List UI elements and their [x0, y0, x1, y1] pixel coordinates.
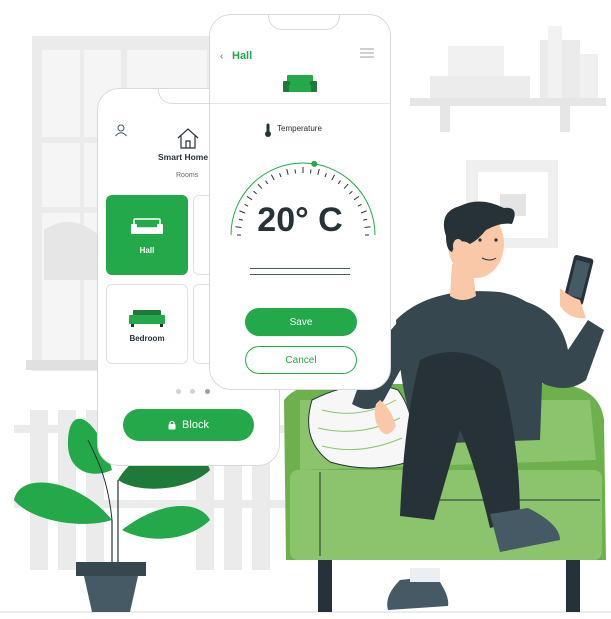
sofa-icon	[131, 218, 163, 234]
dial-tick	[353, 195, 360, 201]
room-label: Bedroom	[129, 334, 165, 343]
home-icon	[177, 128, 199, 149]
user-icon[interactable]	[114, 123, 128, 137]
dial-tick	[246, 195, 253, 201]
temperature-reading: 20° C	[257, 201, 343, 239]
page-dot[interactable]	[176, 389, 181, 394]
dial-tick	[270, 174, 275, 181]
bed-icon	[129, 310, 165, 327]
dial-tick	[343, 183, 349, 189]
divider-line	[250, 268, 350, 269]
dial-tick	[253, 190, 257, 195]
dial-tick	[349, 190, 353, 195]
block-button-label: Block	[182, 419, 209, 431]
temperature-label: Temperature	[277, 124, 322, 133]
block-button[interactable]: Block	[123, 409, 254, 441]
dial-tick	[279, 173, 282, 178]
dial-tick	[324, 173, 327, 178]
hamburger-icon[interactable]	[360, 48, 374, 58]
room-label: Hall	[139, 246, 155, 255]
room-card-hall[interactable]: Hall	[106, 195, 188, 275]
room-title: Hall	[232, 50, 253, 62]
dial-tick	[317, 168, 320, 175]
rooms-subtitle: Rooms	[176, 172, 199, 179]
save-button[interactable]: Save	[245, 308, 357, 336]
wall-shelf	[410, 26, 606, 132]
cancel-button[interactable]: Cancel	[245, 346, 357, 374]
page-indicator	[176, 381, 215, 399]
page-dot-active[interactable]	[204, 389, 210, 394]
dial-tick	[331, 174, 336, 181]
sofa-icon	[283, 75, 317, 92]
dial-tick	[337, 180, 341, 185]
thermometer-icon	[265, 123, 271, 137]
phone-notch	[268, 15, 340, 30]
lock-icon	[168, 420, 176, 430]
page-dot[interactable]	[190, 389, 196, 394]
room-card-bedroom[interactable]: Bedroom	[106, 284, 188, 364]
divider	[210, 103, 390, 104]
dial-tick	[257, 183, 263, 189]
chevron-left-icon[interactable]: ‹	[220, 51, 223, 62]
dial-knob[interactable]	[311, 160, 318, 167]
dial-tick	[286, 168, 289, 175]
hall-control-phone: ‹ Hall Temperature 20° C Save Cancel	[209, 14, 391, 390]
dial-tick	[265, 180, 269, 185]
divider-line	[250, 274, 350, 275]
